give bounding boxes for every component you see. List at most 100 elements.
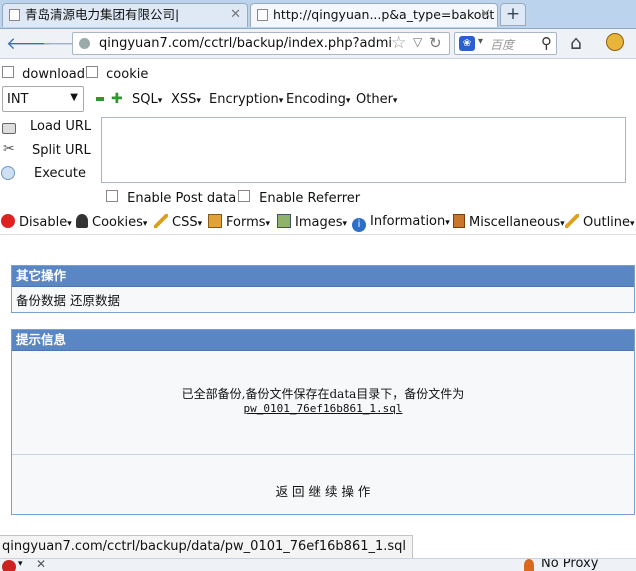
image-icon [277,214,291,228]
post-data-option[interactable]: Enable Post data [106,190,236,206]
download-checkbox[interactable] [2,66,14,78]
referrer-option[interactable]: Enable Referrer [238,190,360,206]
address-bar[interactable]: qingyuan7.com/cctrl/backup/index.php?adm… [72,32,450,55]
webdev-cookies[interactable]: Cookies▾ [76,214,147,230]
webdev-disable-label: Disable [19,215,68,230]
load-url-icon [2,123,16,134]
monkey-addon-icon[interactable] [606,33,624,51]
webdev-outline[interactable]: Outline▾ [565,214,635,230]
adblock-icon[interactable] [2,560,16,571]
webdev-cookies-label: Cookies [92,215,143,230]
proxy-status[interactable]: No Proxy [541,559,598,571]
cookie-checkbox-row[interactable]: cookie [86,66,148,82]
webdev-images-label: Images [295,215,343,230]
close-icon[interactable]: ✕ [480,4,491,26]
notice-file-row: pw_0101_76ef16b861_1.sql [12,401,634,416]
notice-title: 提示信息 [12,330,634,351]
menu-xss-label: XSS [171,92,197,107]
new-tab-button[interactable]: + [500,3,526,26]
webdev-information[interactable]: i Information▾ [352,214,450,232]
misc-icon [453,214,465,228]
tab-1[interactable]: 青岛清源电力集团有限公司| ✕ [2,3,248,27]
menu-encoding[interactable]: Encoding▾ [286,92,350,107]
webdev-miscellaneous[interactable]: Miscellaneous▾ [453,214,565,230]
chevron-down-icon[interactable]: ▾ [18,559,23,569]
download-checkbox-row[interactable]: download [2,66,85,82]
menu-encryption-label: Encryption [209,92,279,107]
menu-other[interactable]: Other▾ [356,92,397,107]
nav-bar: 🡐 🡒 qingyuan7.com/cctrl/backup/index.php… [0,29,636,59]
minus-icon[interactable] [96,97,104,101]
menu-sql[interactable]: SQL▾ [132,92,162,107]
tab-2-title: http://qingyuan...p&a_type=bakout [273,7,495,22]
webdev-outline-label: Outline [583,215,631,230]
execute-button[interactable]: Execute [34,166,86,181]
url-textarea[interactable] [101,117,626,183]
other-ops-title: 其它操作 [12,266,634,287]
chevron-down-icon: ▼ [70,92,78,103]
disable-icon [1,214,15,228]
cookie-checkbox[interactable] [86,66,98,78]
page-icon [9,9,20,21]
reload-icon[interactable]: ↻ [429,34,442,52]
chevron-down-icon[interactable]: ▽ [413,35,422,49]
clipboard-icon [208,214,222,228]
scissors-icon: ✂ [3,141,15,157]
home-icon[interactable]: ⌂ [570,32,582,54]
load-url-button[interactable]: Load URL [30,119,91,134]
webdev-css[interactable]: CSS▾ [154,214,202,230]
divider [12,454,634,455]
back-continue-link[interactable]: 返 回 继 续 操 作 [12,481,634,500]
webdev-forms-label: Forms [226,215,266,230]
outline-pencil-icon [565,214,579,228]
baidu-paw-icon[interactable]: ❀ [459,36,475,51]
webdev-miscellaneous-label: Miscellaneous [469,215,561,230]
menu-encoding-label: Encoding [286,92,346,107]
cookie-label: cookie [106,67,149,82]
close-icon[interactable]: ✕ [230,4,241,26]
tab-1-title: 青岛清源电力集团有限公司| [25,7,180,22]
webdev-information-label: Information [370,214,446,229]
notice-message: 已全部备份,备份文件保存在data目录下，备份文件为 [181,387,465,401]
notice-panel: 提示信息 已全部备份,备份文件保存在data目录下，备份文件为 pw_0101_… [11,329,635,515]
tab-strip: 青岛清源电力集团有限公司| ✕ http://qingyuan...p&a_ty… [0,0,636,29]
referrer-checkbox[interactable] [238,190,250,202]
restore-data-link[interactable]: 还原数据 [70,293,120,308]
plus-icon[interactable]: ✚ [111,91,123,107]
webdev-css-label: CSS [172,215,198,230]
webdev-forms[interactable]: Forms▾ [208,214,270,230]
webdev-images[interactable]: Images▾ [277,214,347,230]
other-ops-panel: 其它操作 备份数据 还原数据 [11,265,635,313]
star-icon[interactable]: ☆ [391,33,406,53]
type-select[interactable]: INT ▼ [2,86,84,112]
post-data-label: Enable Post data [127,191,237,206]
proxy-fox-icon [524,559,534,571]
menu-other-label: Other [356,92,393,107]
download-label: download [22,67,86,82]
backup-file-link[interactable]: pw_0101_76ef16b861_1.sql [244,402,403,415]
chevron-down-icon[interactable]: ▾ [478,36,483,47]
backup-data-link[interactable]: 备份数据 [16,293,66,308]
user-icon [76,214,88,228]
url-text[interactable]: qingyuan7.com/cctrl/backup/index.php?adm… [99,36,391,51]
pencil-icon [154,214,168,228]
globe-icon [79,38,90,49]
menu-xss[interactable]: XSS▾ [171,92,201,107]
page-icon [257,9,268,21]
addon-bar: ▾ ✕ No Proxy [0,558,636,571]
webdev-disable[interactable]: Disable▾ [1,214,72,230]
status-link-url: qingyuan7.com/cctrl/backup/data/pw_0101_… [0,535,414,559]
close-icon[interactable]: ✕ [36,559,46,571]
split-url-button[interactable]: Split URL [32,143,91,158]
type-select-value: INT [7,92,29,107]
menu-encryption[interactable]: Encryption▾ [209,92,283,107]
search-placeholder: 百度 [490,38,515,52]
menu-sql-label: SQL [132,92,158,107]
tab-2[interactable]: http://qingyuan...p&a_type=bakout ✕ [250,3,498,27]
execute-icon [1,166,15,180]
post-data-checkbox[interactable] [106,190,118,202]
search-icon[interactable]: ⚲ [541,34,552,52]
search-bar[interactable]: ❀ ▾ 百度 ⚲ [454,32,557,55]
info-icon: i [352,218,366,232]
referrer-label: Enable Referrer [259,191,361,206]
